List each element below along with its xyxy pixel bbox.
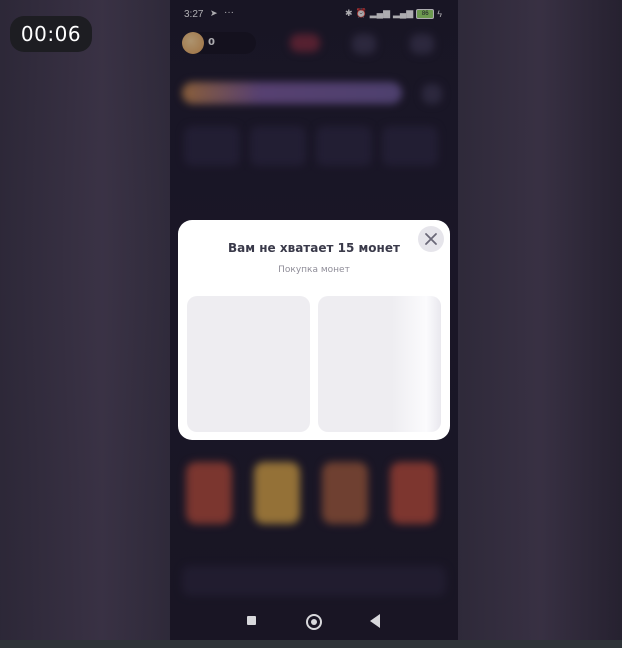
dialog-title: Вам не хватает 15 монет bbox=[228, 241, 400, 255]
insufficient-coins-dialog: Вам не хватает 15 монет Покупка монет bbox=[178, 220, 450, 440]
background-left bbox=[0, 0, 170, 648]
recording-timer: 00:06 bbox=[10, 16, 92, 52]
coin-offer-card[interactable] bbox=[318, 296, 441, 432]
recent-apps-icon[interactable] bbox=[247, 616, 256, 625]
bottom-strip bbox=[0, 640, 622, 648]
coin-offer-card[interactable] bbox=[187, 296, 310, 432]
close-button[interactable] bbox=[418, 226, 444, 252]
dialog-subtitle: Покупка монет bbox=[278, 265, 350, 275]
close-icon bbox=[425, 233, 437, 245]
background-right bbox=[458, 0, 622, 648]
system-nav-bar bbox=[170, 600, 458, 640]
back-icon[interactable] bbox=[370, 614, 380, 628]
home-icon[interactable] bbox=[306, 614, 322, 630]
